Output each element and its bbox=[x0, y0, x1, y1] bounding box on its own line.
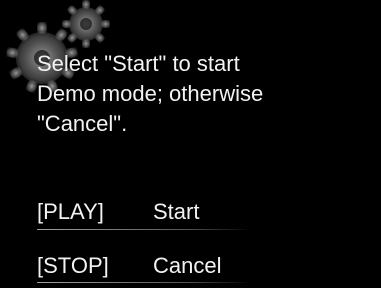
divider bbox=[37, 229, 251, 230]
start-label: Start bbox=[153, 199, 200, 224]
play-key-hint: [PLAY] bbox=[37, 199, 104, 224]
cancel-label: Cancel bbox=[153, 253, 222, 278]
divider bbox=[37, 282, 251, 283]
demo-mode-dialog: Select "Start" to start Demo mode; other… bbox=[0, 0, 381, 288]
cancel-option[interactable]: [STOP] Cancel bbox=[37, 251, 337, 281]
message-line-2: Demo mode; otherwise bbox=[37, 81, 264, 106]
stop-key-hint: [STOP] bbox=[37, 253, 109, 278]
dialog-message: Select "Start" to start Demo mode; other… bbox=[37, 49, 357, 139]
message-line-3: "Cancel". bbox=[37, 111, 128, 136]
message-line-1: Select "Start" to start bbox=[37, 51, 240, 76]
start-option[interactable]: [PLAY] Start bbox=[37, 197, 337, 227]
